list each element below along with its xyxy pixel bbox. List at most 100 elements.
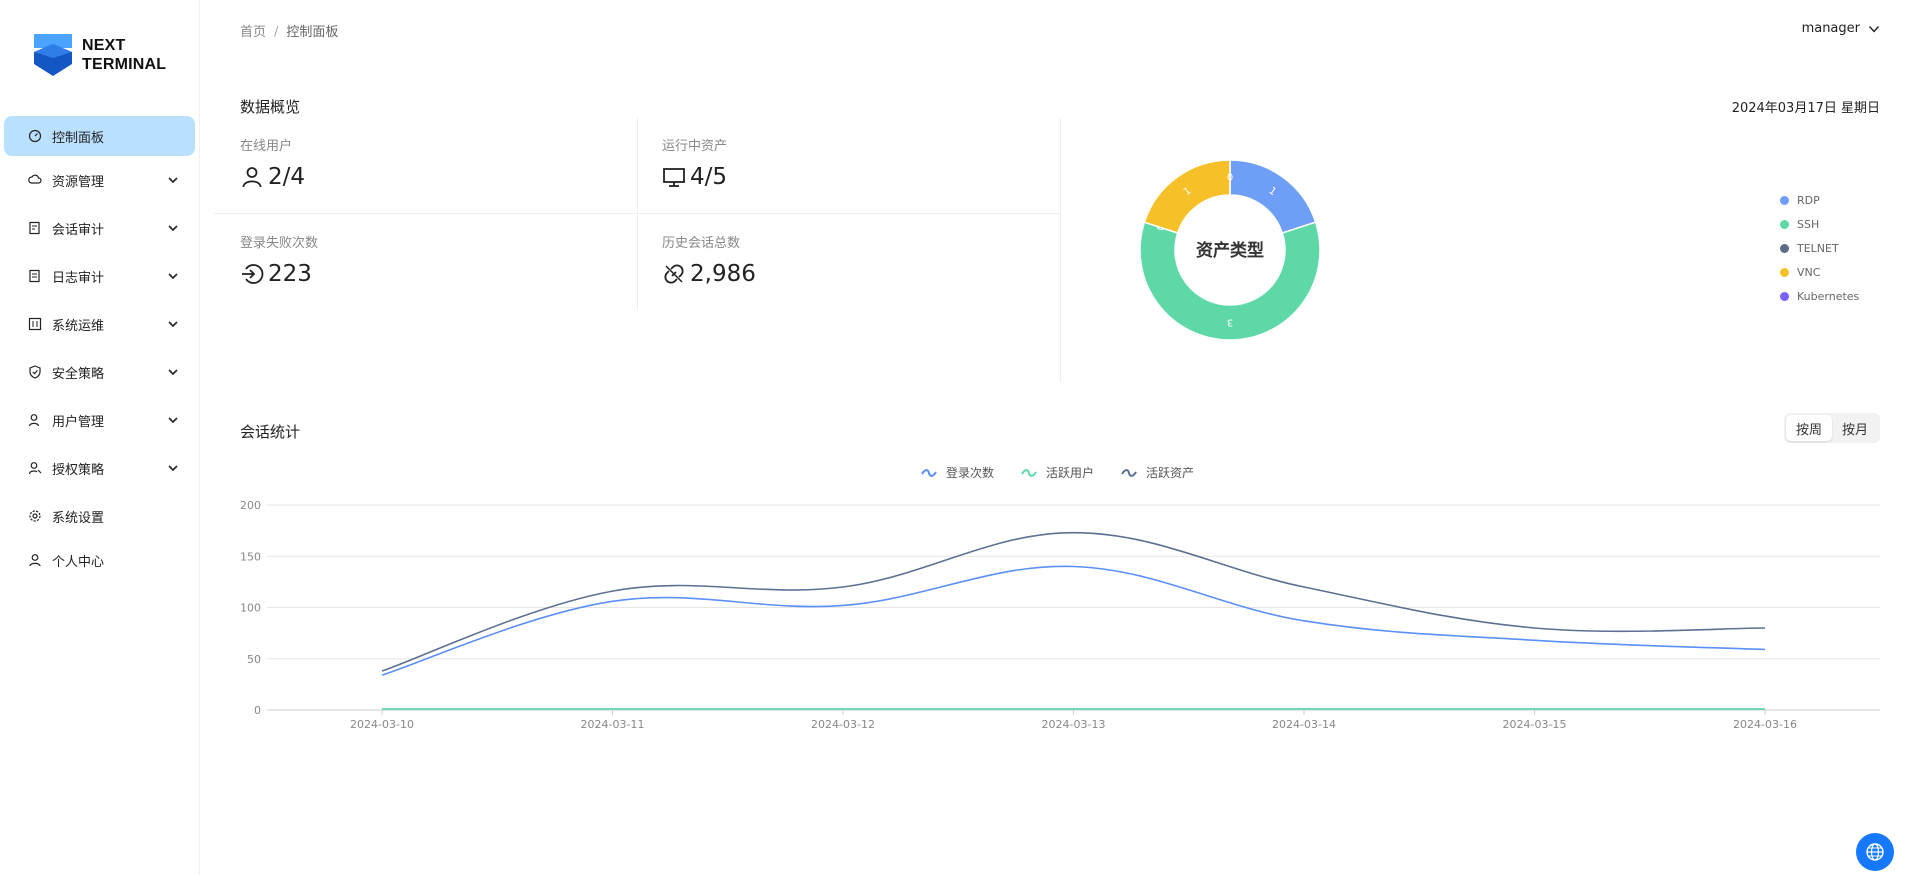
logo-line-1: NEXT	[82, 37, 126, 54]
sidebar-item-session-audit[interactable]: 会话审计	[4, 208, 195, 248]
sidebar: NEXT TERMINAL 控制面板 资源管理 会话审计 日志审计 系统运维 安…	[0, 0, 200, 875]
stat-total-sessions: 历史会话总数 2,986	[662, 232, 756, 287]
sidebar-item-label: 系统运维	[52, 318, 105, 334]
sidebar-item-label: 资源管理	[52, 174, 105, 190]
x-tick-label: 2024-03-12	[811, 718, 875, 731]
log-icon	[28, 269, 42, 283]
app-logo[interactable]: NEXT TERMINAL	[32, 32, 166, 78]
gear-icon	[28, 509, 42, 523]
monitor-icon	[663, 168, 685, 187]
stat-value: 223	[268, 261, 312, 287]
legend-dot	[1780, 267, 1789, 277]
sidebar-item-label: 安全策略	[52, 366, 105, 382]
audit-icon	[28, 221, 42, 235]
sidebar-item-dashboard[interactable]: 控制面板	[4, 116, 195, 156]
language-button[interactable]	[1856, 833, 1894, 871]
dashboard-icon	[28, 129, 42, 143]
series-line[interactable]	[381, 531, 1766, 672]
stat-divider-vertical	[637, 118, 638, 310]
chevron-down-icon	[168, 369, 178, 376]
legend-dot	[1780, 195, 1789, 205]
toggle-month-button[interactable]: 按月	[1832, 415, 1878, 441]
chart-legend-label: 活跃资产	[1146, 466, 1195, 480]
chevron-down-icon	[168, 465, 178, 472]
chart-legend-item[interactable]: 活跃资产	[1120, 464, 1194, 481]
stat-divider-horizontal	[214, 213, 1060, 214]
chart-legend-item[interactable]: 活跃用户	[1020, 464, 1094, 481]
sidebar-item-settings[interactable]: 系统设置	[4, 496, 195, 536]
sidebar-item-log-audit[interactable]: 日志审计	[4, 256, 195, 296]
sidebar-item-label: 系统设置	[52, 510, 105, 526]
sidebar-item-users[interactable]: 用户管理	[4, 400, 195, 440]
y-tick-label: 200	[240, 499, 261, 512]
breadcrumb-separator: /	[274, 25, 279, 40]
series-wave-icon	[1121, 468, 1137, 477]
legend-label: SSH	[1797, 217, 1820, 231]
legend-label: VNC	[1797, 265, 1821, 279]
legend-item-kubernetes[interactable]: Kubernetes	[1780, 284, 1859, 308]
sidebar-item-label: 会话审计	[52, 222, 105, 238]
x-tick-label: 2024-03-13	[1042, 718, 1106, 731]
sidebar-item-label: 用户管理	[52, 414, 105, 430]
x-tick-label: 2024-03-14	[1272, 718, 1336, 731]
stat-value: 2/4	[268, 164, 306, 190]
legend-item-ssh[interactable]: SSH	[1780, 212, 1859, 236]
ops-icon	[28, 317, 42, 331]
globe-icon	[1866, 843, 1884, 861]
chart-legend-label: 登录次数	[946, 466, 995, 480]
cloud-icon	[28, 173, 42, 187]
legend-item-vnc[interactable]: VNC	[1780, 260, 1859, 284]
asset-type-legend: RDP SSH TELNET VNC Kubernetes	[1780, 188, 1859, 308]
donut-center-label: 资产类型	[1196, 240, 1264, 261]
asset-type-donut-chart: 13010资产类型	[1139, 159, 1321, 341]
overview-title: 数据概览	[240, 98, 301, 116]
sidebar-item-ops[interactable]: 系统运维	[4, 304, 195, 344]
breadcrumb: 首页 / 控制面板	[240, 21, 338, 40]
person-icon	[28, 553, 42, 567]
x-tick-label: 2024-03-16	[1733, 718, 1797, 731]
donut-slice-value-label: 0	[1227, 173, 1233, 184]
sidebar-item-label: 授权策略	[52, 462, 105, 478]
sidebar-item-security[interactable]: 安全策略	[4, 352, 195, 392]
link-icon	[664, 264, 684, 284]
stat-login-failures: 登录失败次数 223	[240, 232, 318, 287]
logo-line-2: TERMINAL	[82, 56, 167, 73]
y-tick-label: 100	[240, 602, 261, 615]
session-chart-legend: 登录次数 活跃用户 活跃资产	[920, 464, 1220, 481]
legend-item-rdp[interactable]: RDP	[1780, 188, 1859, 212]
stat-label: 历史会话总数	[662, 236, 741, 251]
current-date: 2024年03月17日 星期日	[1731, 101, 1880, 116]
y-tick-label: 50	[247, 653, 261, 666]
stat-running-assets: 运行中资产 4/5	[662, 135, 727, 190]
series-wave-icon	[921, 468, 937, 477]
sidebar-item-resources[interactable]: 资源管理	[4, 160, 195, 200]
sidebar-item-label: 控制面板	[52, 130, 105, 146]
session-stats-title: 会话统计	[240, 423, 301, 441]
legend-item-telnet[interactable]: TELNET	[1780, 236, 1859, 260]
y-tick-label: 150	[240, 550, 261, 563]
chart-legend-item[interactable]: 登录次数	[920, 464, 994, 481]
chevron-down-icon	[168, 225, 178, 232]
stat-label: 登录失败次数	[240, 236, 319, 251]
sidebar-item-profile[interactable]: 个人中心	[4, 540, 195, 580]
breadcrumb-home[interactable]: 首页	[240, 25, 266, 40]
toggle-week-button[interactable]: 按周	[1785, 415, 1832, 441]
legend-dot	[1780, 219, 1789, 229]
legend-dot	[1780, 291, 1789, 301]
user-menu[interactable]: manager	[1802, 21, 1880, 36]
chevron-down-icon	[168, 321, 178, 328]
stat-value: 4/5	[690, 164, 728, 190]
x-tick-label: 2024-03-10	[350, 718, 414, 731]
y-tick-label: 0	[254, 704, 261, 717]
sidebar-item-authorization[interactable]: 授权策略	[4, 448, 195, 488]
stat-online-users: 在线用户 2/4	[240, 135, 305, 190]
chevron-down-icon	[168, 273, 178, 280]
session-line-chart: 0 50 100 150 200 2024-03-10 2024-03-11 2024-03-…	[240, 499, 1880, 731]
donut-slice-value-label: 3	[1227, 317, 1233, 328]
chevron-down-icon	[168, 177, 178, 184]
sidebar-item-label: 日志审计	[52, 270, 105, 286]
stat-value: 2,986	[690, 261, 756, 287]
chevron-down-icon	[168, 417, 178, 424]
logo-text: NEXT TERMINAL	[82, 36, 166, 74]
user-icon	[28, 413, 42, 427]
